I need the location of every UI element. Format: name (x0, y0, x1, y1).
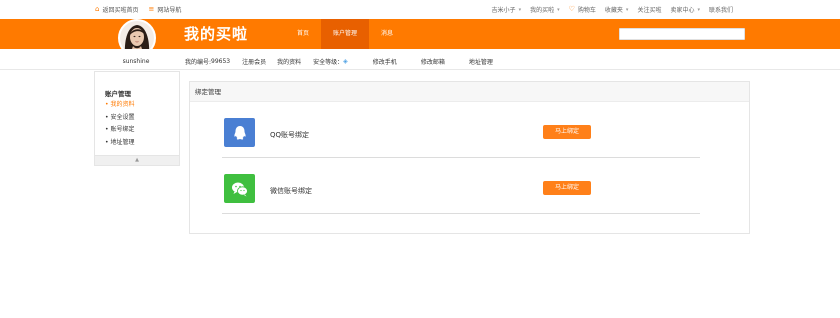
sidebar-title: 账户管理 (105, 90, 131, 98)
follow-label: 关注买啦 (637, 7, 662, 14)
username: sunshine (122, 58, 150, 65)
account-number-label: 我的编号: (185, 59, 212, 66)
account-info-bar: sunshine 我的编号: 99653 注册会员 我的资料 安全等级： ◈ 修… (0, 49, 840, 70)
nav-messages[interactable]: 消息 (369, 19, 405, 49)
sidebar-item-label: 安全设置 (110, 113, 135, 121)
top-utility-bar: ⌂ 返回买啦首页 ≡ 网站导航 吉米小子 ▾ 我的买啦 ▾ ♡ 购物车 收藏夹 … (0, 0, 840, 19)
wechat-binding-row: 微信账号绑定 马上绑定 (222, 158, 700, 214)
chevron-up-icon: ▲ (135, 157, 139, 163)
security-level-label: 安全等级： (313, 59, 344, 66)
bind-wechat-button[interactable]: 马上绑定 (543, 181, 591, 195)
address-management-link[interactable]: 地址管理 (469, 57, 493, 66)
follow-link[interactable]: 关注买啦 (637, 5, 661, 14)
profile-link[interactable]: 我的资料 (277, 57, 301, 66)
cart-link[interactable]: ♡ 购物车 (568, 5, 596, 15)
top-bar-right: 吉米小子 ▾ 我的买啦 ▾ ♡ 购物车 收藏夹 ▾ 关注买啦 卖家中心 ▾ 联系… (491, 5, 733, 15)
binding-panel: 绑定管理 QQ账号绑定 马上绑定 微信账号绑定 马上绑定 (189, 81, 750, 234)
seller-center-label: 卖家中心 (670, 7, 695, 14)
sidebar: 账户管理 • 我的资料 • 安全设置 • 账号绑定 • 地址管理 ▲ (94, 71, 180, 166)
sidebar-item-address[interactable]: • 地址管理 (105, 137, 134, 150)
sidebar-collapse-toggle[interactable]: ▲ (95, 155, 179, 165)
favorites-label: 收藏夹 (604, 7, 623, 14)
cart-label: 购物车 (577, 7, 596, 14)
chevron-down-icon: ▾ (625, 6, 629, 13)
sidebar-menu: • 我的资料 • 安全设置 • 账号绑定 • 地址管理 (105, 99, 134, 149)
qq-binding-label: QQ账号绑定 (270, 131, 310, 139)
shield-icon: ◈ (343, 58, 348, 65)
qq-binding-row: QQ账号绑定 马上绑定 (222, 102, 700, 158)
main-nav: 首页 账户管理 消息 (285, 19, 405, 49)
panel-title: 绑定管理 (190, 82, 749, 102)
favorites-menu[interactable]: 收藏夹 ▾ (604, 5, 629, 15)
nav-home[interactable]: 首页 (285, 19, 321, 49)
wechat-binding-label: 微信账号绑定 (270, 187, 312, 195)
menu-icon: ≡ (148, 5, 155, 13)
user-menu[interactable]: 吉米小子 ▾ (491, 5, 522, 15)
contact-link[interactable]: 联系我们 (709, 5, 733, 14)
chevron-down-icon: ▾ (697, 6, 700, 13)
sidebar-item-profile[interactable]: • 我的资料 (105, 99, 134, 112)
cart-icon: ♡ (568, 5, 575, 13)
home-link[interactable]: ⌂ 返回买啦首页 (95, 5, 139, 15)
member-level: 注册会员 (242, 59, 267, 66)
site-nav-label: 网站导航 (157, 7, 182, 14)
sidebar-item-security[interactable]: • 安全设置 (105, 112, 134, 125)
chevron-down-icon: ▾ (557, 6, 560, 13)
bind-qq-button[interactable]: 马上绑定 (543, 125, 591, 139)
account-number: 99653 (211, 58, 231, 65)
qq-icon (224, 118, 255, 147)
sidebar-item-label: 账号绑定 (110, 126, 135, 133)
my-maila-label: 我的买啦 (530, 7, 555, 14)
sidebar-item-account-binding[interactable]: • 账号绑定 (105, 124, 134, 137)
home-link-label: 返回买啦首页 (102, 7, 139, 14)
chevron-down-icon: ▾ (518, 6, 522, 13)
user-name: 吉米小子 (491, 7, 516, 14)
seller-center-menu[interactable]: 卖家中心 ▾ (670, 5, 700, 15)
search-input[interactable] (619, 28, 745, 40)
home-icon: ⌂ (95, 5, 100, 13)
wechat-icon (224, 174, 255, 203)
site-nav-link[interactable]: ≡ 网站导航 (148, 5, 182, 15)
top-bar-left: ⌂ 返回买啦首页 ≡ 网站导航 (95, 5, 182, 15)
sidebar-item-label: 地址管理 (110, 138, 135, 146)
change-email-link[interactable]: 修改邮箱 (421, 57, 445, 66)
nav-account-management[interactable]: 账户管理 (321, 19, 370, 49)
my-maila-menu[interactable]: 我的买啦 ▾ (530, 5, 560, 15)
change-phone-link[interactable]: 修改手机 (373, 57, 397, 66)
contact-label: 联系我们 (708, 7, 733, 14)
sidebar-item-label: 我的资料 (110, 101, 135, 108)
site-logo[interactable]: 我的买啦 (184, 23, 248, 44)
account-info-items: 我的编号: 99653 注册会员 我的资料 安全等级： ◈ 修改手机 修改邮箱 … (185, 57, 493, 66)
